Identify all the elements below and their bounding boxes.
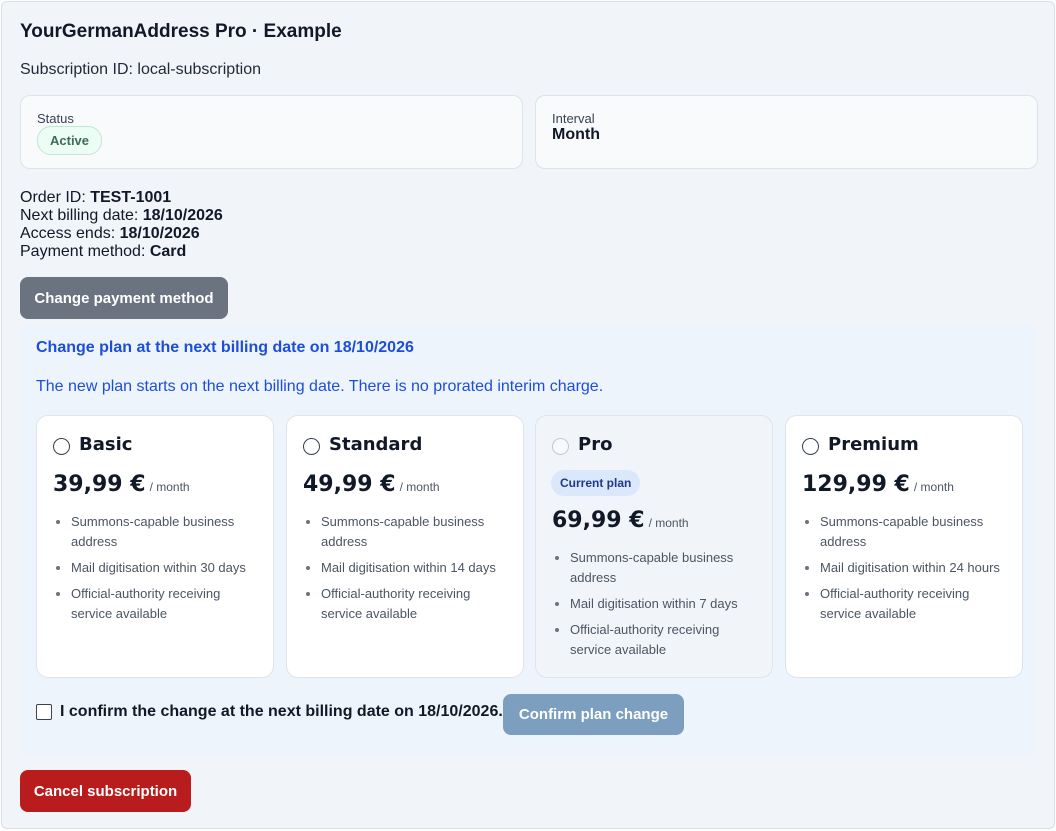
plan-price: 129,99 € / month — [802, 472, 954, 497]
interval-card: Interval Month — [535, 95, 1038, 169]
order-id-row: Order ID: TEST-1001 — [20, 189, 172, 206]
feature-item: Official-authority receiving service ava… — [71, 584, 265, 624]
feature-item: Official-authority receiving service ava… — [820, 584, 1014, 624]
access-ends-value: 18/10/2026 — [119, 225, 200, 242]
confirm-checkbox[interactable] — [36, 704, 52, 720]
status-card: Status Active — [20, 95, 523, 169]
plan-radio-standard[interactable] — [303, 438, 320, 455]
plan-change-heading: Change plan at the next billing date on … — [36, 339, 414, 356]
payment-method-value: Card — [149, 243, 187, 260]
plan-change-section: Change plan at the next billing date on … — [20, 323, 1036, 755]
plan-name: Premium — [828, 434, 919, 455]
confirm-row: I confirm the change at the next billing… — [36, 703, 503, 721]
status-label: Status — [37, 111, 74, 126]
cancel-subscription-button[interactable]: Cancel subscription — [20, 770, 191, 812]
plan-name: Pro — [578, 434, 613, 455]
change-payment-method-button[interactable]: Change payment method — [20, 277, 228, 319]
feature-item: Mail digitisation within 24 hours — [820, 558, 1014, 578]
page-title: YourGermanAddress Pro · Example — [20, 21, 342, 42]
confirm-label[interactable]: I confirm the change at the next billing… — [60, 703, 503, 721]
plan-card-standard[interactable]: Standard 49,99 €/ month Summons-capable … — [286, 415, 524, 678]
plan-price: 49,99 € / month — [303, 472, 440, 497]
subscription-page: YourGermanAddress Pro · Example Subscrip… — [1, 1, 1055, 829]
current-plan-badge: Current plan — [551, 470, 641, 496]
plan-radio-pro — [552, 438, 569, 455]
plan-card-pro: Pro Current plan 69,99 €/ month Summons-… — [535, 415, 773, 678]
plan-features: Summons-capable business address Mail di… — [820, 512, 1014, 630]
plan-features: Summons-capable business address Mail di… — [570, 548, 764, 666]
feature-item: Mail digitisation within 7 days — [570, 594, 764, 614]
payment-method-row: Payment method: Card — [20, 243, 187, 260]
next-billing-value: 18/10/2026 — [142, 207, 223, 224]
plan-change-note: The new plan starts on the next billing … — [36, 378, 604, 395]
plan-features: Summons-capable business address Mail di… — [321, 512, 515, 630]
plan-price: 69,99 € / month — [552, 508, 689, 533]
feature-item: Official-authority receiving service ava… — [570, 620, 764, 660]
interval-value: Month — [552, 126, 600, 143]
access-ends-row: Access ends: 18/10/2026 — [20, 225, 200, 242]
subscription-details: Order ID: TEST-1001 Next billing date: 1… — [20, 189, 223, 261]
feature-item: Summons-capable business address — [820, 512, 1014, 552]
plan-price: 39,99 € / month — [53, 472, 190, 497]
feature-item: Mail digitisation within 14 days — [321, 558, 515, 578]
plan-name: Basic — [79, 434, 133, 455]
plan-card-premium[interactable]: Premium 129,99 €/ month Summons-capable … — [785, 415, 1023, 678]
interval-label: Interval — [552, 111, 595, 126]
feature-item: Summons-capable business address — [71, 512, 265, 552]
plan-card-basic[interactable]: Basic 39,99 €/ month Summons-capable bus… — [36, 415, 274, 678]
plan-name: Standard — [329, 434, 423, 455]
next-billing-row: Next billing date: 18/10/2026 — [20, 207, 223, 224]
order-id-value: TEST-1001 — [90, 189, 172, 206]
subscription-id: Subscription ID: local-subscription — [20, 61, 261, 78]
status-badge: Active — [37, 126, 103, 155]
feature-item: Mail digitisation within 30 days — [71, 558, 265, 578]
plan-radio-premium[interactable] — [802, 438, 819, 455]
feature-item: Official-authority receiving service ava… — [321, 584, 515, 624]
plan-features: Summons-capable business address Mail di… — [71, 512, 265, 630]
confirm-plan-change-button[interactable]: Confirm plan change — [503, 694, 684, 735]
feature-item: Summons-capable business address — [570, 548, 764, 588]
plan-radio-basic[interactable] — [53, 438, 70, 455]
feature-item: Summons-capable business address — [321, 512, 515, 552]
